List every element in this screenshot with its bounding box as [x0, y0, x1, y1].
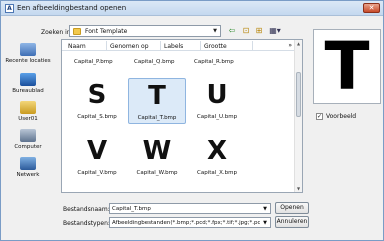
file-name: Capital_T.bmp	[137, 115, 177, 121]
list-item[interactable]: Capital_R.bmp	[194, 59, 234, 65]
chevron-down-icon[interactable]: ▼	[261, 219, 269, 227]
scroll-up-icon[interactable]: ▲	[295, 40, 302, 47]
place-label: User01	[18, 116, 38, 122]
preview-checkbox[interactable]: ✓	[316, 113, 323, 120]
file-name: Capital_W.bmp	[136, 170, 178, 176]
filename-input[interactable]: Capital_T.bmp	[112, 206, 151, 212]
filename-combobox[interactable]: Capital_T.bmp ▼	[109, 203, 271, 214]
filetype-value: Afbeeldingbestanden(*.bmp;*.pcd;*.fpx;*.…	[112, 220, 260, 226]
lookin-dropdown[interactable]: Font Template ▼	[69, 25, 221, 37]
file-name: Capital_U.bmp	[196, 114, 238, 120]
open-image-dialog: A Een afbeeldingbestand openen ✕ Zoeken …	[0, 0, 384, 241]
vertical-scrollbar[interactable]: ▲ ▼	[294, 40, 302, 192]
chevron-down-icon[interactable]: ▼	[211, 27, 219, 35]
column-taken[interactable]: Genomen op	[110, 43, 149, 50]
file-item[interactable]: X Capital_X.bmp	[188, 136, 246, 176]
list-item[interactable]: Capital_Q.bmp	[134, 59, 174, 65]
back-icon[interactable]: ⇦	[227, 26, 237, 37]
filetype-label: Bestandstypen:	[63, 220, 110, 227]
place-label: Computer	[14, 144, 42, 150]
place-label: Bureaublad	[12, 88, 44, 94]
file-item[interactable]: V Capital_V.bmp	[68, 136, 126, 176]
scroll-thumb[interactable]	[296, 72, 301, 117]
title-bar: A Een afbeeldingbestand openen ✕	[1, 1, 383, 16]
preview-pane: T	[313, 29, 381, 104]
file-item[interactable]: W Capital_W.bmp	[128, 136, 186, 176]
close-button[interactable]: ✕	[363, 3, 380, 13]
chevron-down-icon[interactable]: ▼	[261, 205, 269, 213]
cancel-button[interactable]: Annuleren	[275, 216, 309, 228]
column-divider	[252, 41, 253, 50]
column-divider	[160, 41, 161, 50]
place-computer[interactable]: Computer	[3, 129, 53, 150]
file-item[interactable]: U Capital_U.bmp	[188, 80, 246, 120]
filename-label: Bestandsnaam:	[63, 206, 110, 213]
place-label: Netwerk	[16, 172, 40, 178]
file-name: Capital_V.bmp	[77, 170, 117, 176]
new-folder-icon[interactable]: ⊞	[254, 26, 264, 37]
filetype-select[interactable]: Afbeeldingbestanden(*.bmp;*.pcd;*.fpx;*.…	[109, 217, 271, 228]
up-folder-icon[interactable]: ⊡	[241, 26, 251, 37]
file-thumbnail: U	[206, 80, 228, 110]
app-icon: A	[5, 4, 14, 13]
recent-icon	[20, 43, 36, 56]
place-label: Recente locaties	[5, 58, 51, 64]
user-folder-icon	[20, 101, 36, 114]
file-thumbnail: X	[206, 136, 228, 166]
folder-icon	[73, 28, 81, 35]
file-name: Capital_X.bmp	[197, 170, 237, 176]
window-title: Een afbeeldingbestand openen	[17, 4, 127, 12]
desktop-icon	[20, 73, 36, 86]
file-name: Capital_S.bmp	[77, 114, 117, 120]
lookin-value: Font Template	[85, 28, 128, 35]
file-list[interactable]: Naam Genomen op Labels Grootte » Capital…	[61, 39, 303, 193]
computer-icon	[20, 129, 36, 142]
column-divider	[200, 41, 201, 50]
place-desktop[interactable]: Bureaublad	[3, 73, 53, 94]
place-user[interactable]: User01	[3, 101, 53, 122]
open-button[interactable]: Openen	[275, 202, 309, 214]
network-icon	[20, 157, 36, 170]
scroll-down-icon[interactable]: ▼	[295, 185, 302, 192]
file-thumbnail: W	[142, 136, 172, 166]
file-thumbnail: S	[87, 80, 107, 110]
preview-checkbox-label: Voorbeeld	[326, 113, 357, 120]
column-name[interactable]: Naam	[68, 43, 86, 50]
column-size[interactable]: Grootte	[204, 43, 227, 50]
column-divider	[106, 41, 107, 50]
places-bar: Recente locaties Bureaublad User01 Compu…	[3, 43, 53, 193]
list-item[interactable]: Capital_P.bmp	[74, 59, 113, 65]
column-labels[interactable]: Labels	[164, 43, 183, 50]
more-columns-icon[interactable]: »	[288, 42, 292, 49]
file-thumbnail: T	[148, 81, 166, 111]
column-header: Naam Genomen op Labels Grootte »	[62, 40, 296, 51]
place-network[interactable]: Netwerk	[3, 157, 53, 178]
place-recent[interactable]: Recente locaties	[3, 43, 53, 64]
lookin-label: Zoeken in:	[41, 29, 73, 36]
file-item-selected[interactable]: T Capital_T.bmp	[128, 78, 186, 124]
file-thumbnail: V	[86, 136, 108, 166]
file-item[interactable]: S Capital_S.bmp	[68, 80, 126, 120]
views-menu-icon[interactable]: ▦▾	[267, 26, 283, 37]
preview-image: T	[324, 28, 370, 105]
